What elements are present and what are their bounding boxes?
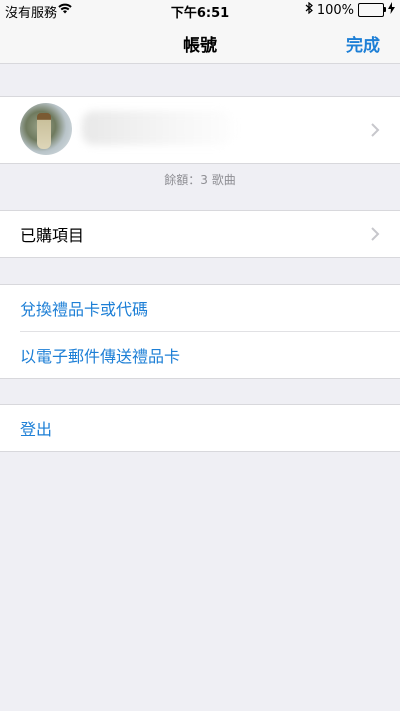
navigation-bar: 帳號 完成	[0, 20, 400, 64]
battery-icon	[358, 3, 386, 17]
send-gift-card-row[interactable]: 以電子郵件傳送禮品卡	[20, 331, 400, 378]
sign-out-row[interactable]: 登出	[0, 405, 400, 451]
chevron-right-icon	[371, 123, 380, 137]
page-title: 帳號	[183, 36, 217, 56]
account-group	[0, 96, 400, 164]
redeem-gift-card-link[interactable]: 兌換禮品卡或代碼	[0, 296, 148, 320]
charging-icon	[388, 2, 395, 18]
sign-out-group: 登出	[0, 404, 400, 452]
avatar	[20, 103, 72, 155]
account-row[interactable]	[0, 97, 400, 163]
gift-card-group: 兌換禮品卡或代碼 以電子郵件傳送禮品卡	[0, 284, 400, 379]
send-gift-card-link[interactable]: 以電子郵件傳送禮品卡	[20, 343, 180, 367]
balance-label: 餘額：3 歌曲	[164, 173, 236, 187]
done-button[interactable]: 完成	[346, 31, 380, 56]
bluetooth-icon	[305, 1, 313, 18]
status-bar: 沒有服務 下午6:51 100%	[0, 0, 400, 21]
purchased-label: 已購項目	[20, 226, 85, 245]
battery-percent: 100%	[316, 2, 354, 18]
redeem-gift-card-row[interactable]: 兌換禮品卡或代碼	[0, 285, 400, 331]
purchased-group: 已購項目	[0, 210, 400, 258]
purchased-row[interactable]: 已購項目	[0, 211, 400, 257]
sign-out-button[interactable]: 登出	[0, 416, 52, 440]
blurred-account-name	[82, 111, 232, 145]
chevron-right-icon	[371, 227, 380, 241]
